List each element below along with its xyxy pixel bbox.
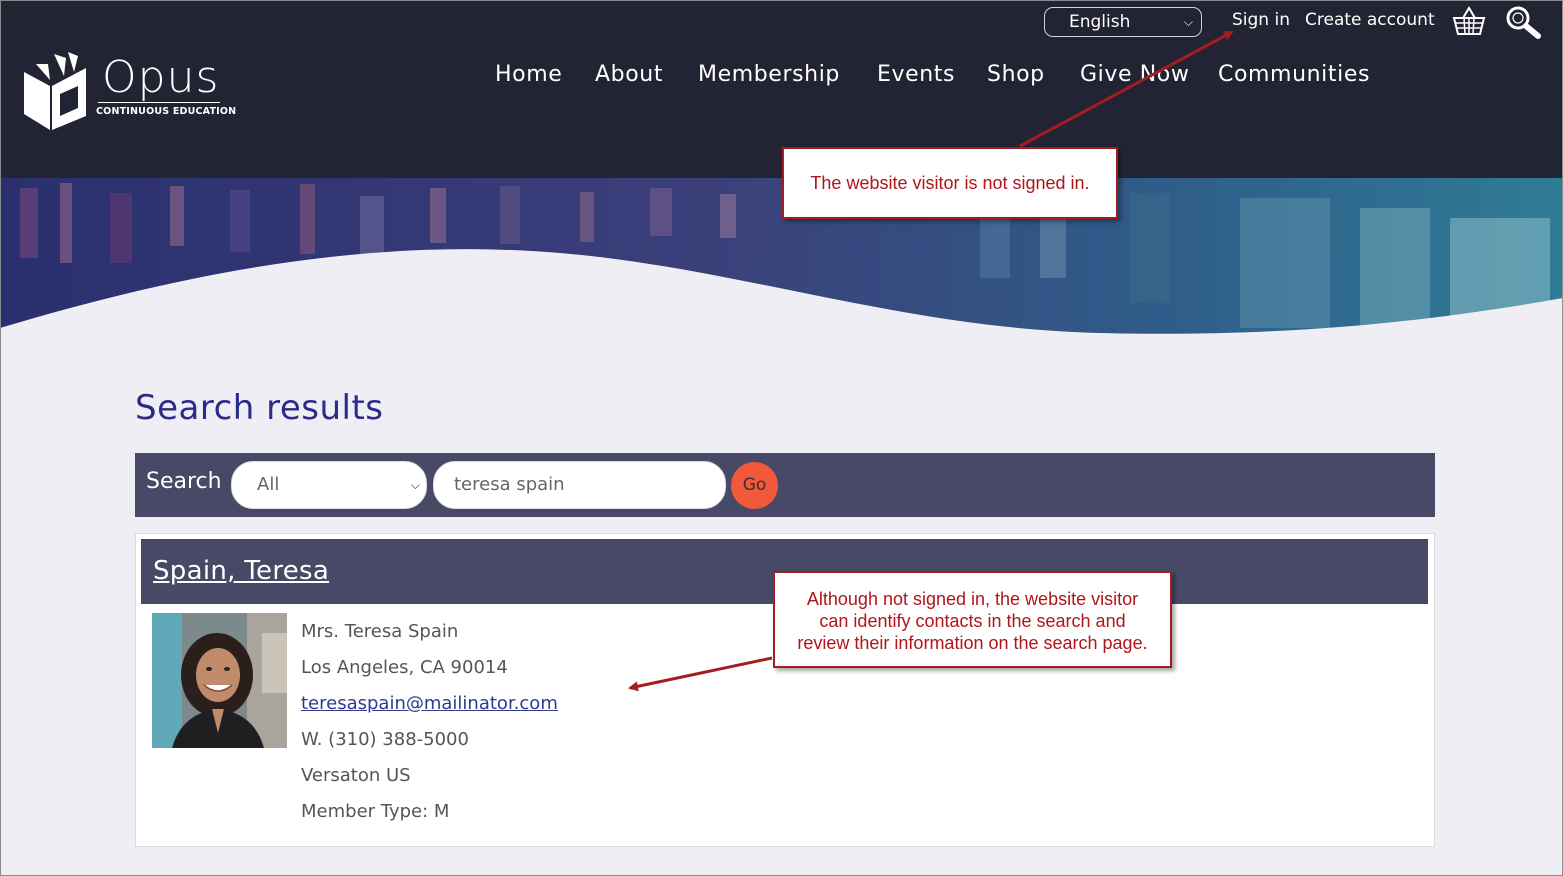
logo-divider — [98, 102, 220, 103]
sign-in-link[interactable]: Sign in — [1232, 10, 1290, 30]
callout-line: Although not signed in, the website visi… — [806, 589, 1139, 609]
contact-organization: Versaton US — [301, 765, 411, 786]
language-select[interactable]: English ⌵ — [1044, 7, 1202, 37]
search-query-value: teresa spain — [454, 474, 565, 495]
search-input[interactable]: teresa spain — [433, 461, 726, 509]
callout-line: can identify contacts in the search and — [819, 611, 1126, 631]
nav-give-now[interactable]: Give Now — [1080, 62, 1189, 87]
logo-wordmark: Opus — [102, 52, 220, 103]
search-type-value: All — [257, 474, 280, 495]
magnifier-icon[interactable] — [1505, 5, 1541, 39]
site-logo[interactable]: Opus CONTINUOUS EDUCATION — [20, 50, 236, 135]
language-value: English — [1069, 12, 1131, 32]
go-button[interactable]: Go — [731, 462, 778, 509]
book-logo-icon — [24, 52, 86, 130]
nav-home[interactable]: Home — [495, 62, 562, 87]
contact-portrait-image — [152, 613, 287, 748]
contact-photo — [152, 613, 287, 748]
contact-member-type: Member Type: M — [301, 801, 450, 822]
contact-full-name: Mrs. Teresa Spain — [301, 621, 459, 642]
create-account-link[interactable]: Create account — [1305, 10, 1435, 30]
chevron-down-icon: ⌵ — [410, 478, 420, 492]
nav-membership[interactable]: Membership — [698, 62, 840, 87]
nav-communities[interactable]: Communities — [1218, 62, 1370, 87]
search-label: Search — [146, 469, 222, 494]
page-title: Search results — [135, 388, 384, 428]
nav-events[interactable]: Events — [877, 62, 955, 87]
nav-shop[interactable]: Shop — [987, 62, 1045, 87]
nav-about[interactable]: About — [595, 62, 663, 87]
search-type-select[interactable]: All ⌵ — [231, 461, 427, 509]
shopping-basket-icon[interactable] — [1452, 6, 1486, 36]
callout-search-visibility: Although not signed in, the website visi… — [773, 571, 1172, 668]
search-bar: Search All ⌵ teresa spain Go — [135, 453, 1435, 517]
callout-line: review their information on the search p… — [797, 633, 1148, 653]
logo-tagline: CONTINUOUS EDUCATION — [96, 106, 237, 117]
result-name-link[interactable]: Spain, Teresa — [153, 556, 329, 586]
contact-phone: W. (310) 388-5000 — [301, 729, 469, 750]
chevron-down-icon: ⌵ — [1183, 15, 1193, 29]
contact-location: Los Angeles, CA 90014 — [301, 657, 508, 678]
callout-not-signed-in: The website visitor is not signed in. — [782, 147, 1118, 219]
contact-email-link[interactable]: teresaspain@mailinator.com — [301, 693, 558, 714]
